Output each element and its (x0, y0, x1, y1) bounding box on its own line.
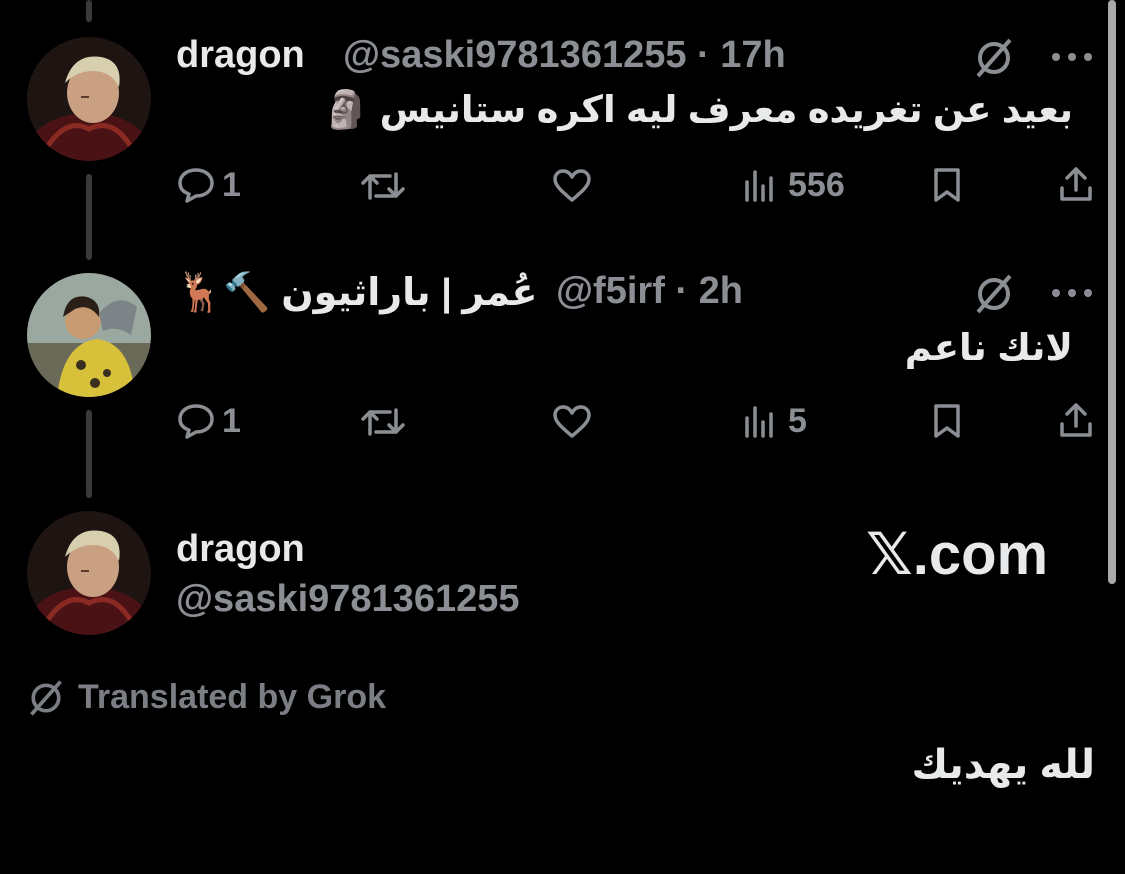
bookmark-icon[interactable] (932, 166, 962, 204)
x-com-watermark: 𝕏.com (866, 522, 1049, 587)
author-name[interactable]: dragon (176, 528, 305, 571)
reply-count: 1 (222, 402, 241, 440)
tweet-text: لله يهديك (911, 743, 1095, 787)
author-name[interactable]: 🦌🔨 عُمر | باراثيون (176, 270, 537, 315)
view-count: 556 (788, 166, 845, 204)
grok-icon (26, 678, 66, 718)
views-bar-chart-icon[interactable] (744, 404, 776, 438)
view-count: 5 (788, 402, 807, 440)
grok-icon[interactable] (972, 36, 1016, 80)
thread-view: dragon @saski9781361255 · 17h بعيد عن تغ… (0, 0, 1125, 874)
tweet-text: بعيد عن تغريده معرف ليه اكره ستانيس 🗿 (323, 89, 1073, 130)
avatar[interactable] (27, 37, 151, 161)
more-dots-icon[interactable] (1050, 286, 1094, 300)
author-handle[interactable]: @saski9781361255 (176, 578, 519, 621)
author-name[interactable]: dragon (176, 34, 305, 77)
reply-bubble-icon[interactable] (176, 166, 216, 204)
heart-icon[interactable] (552, 168, 592, 204)
share-icon[interactable] (1058, 164, 1094, 204)
retweet-icon[interactable] (360, 168, 406, 204)
thread-connector-top (86, 0, 92, 22)
avatar[interactable] (27, 273, 151, 397)
bookmark-icon[interactable] (932, 402, 962, 440)
more-dots-icon[interactable] (1050, 50, 1094, 64)
thread-connector-1 (86, 174, 92, 260)
reply-bubble-icon[interactable] (176, 402, 216, 440)
reply-count: 1 (222, 166, 241, 204)
scrollbar[interactable] (1108, 0, 1116, 584)
grok-icon[interactable] (972, 272, 1016, 316)
tweet-text: لانك ناعم (904, 327, 1073, 368)
handle-and-time[interactable]: @saski9781361255 · 17h (343, 34, 786, 77)
thread-connector-2 (86, 410, 92, 498)
avatar[interactable] (27, 511, 151, 635)
translated-by-label: Translated by Grok (78, 678, 386, 716)
retweet-icon[interactable] (360, 404, 406, 440)
heart-icon[interactable] (552, 404, 592, 440)
handle-and-time[interactable]: @f5irf · 2h (556, 270, 743, 313)
share-icon[interactable] (1058, 400, 1094, 440)
views-bar-chart-icon[interactable] (744, 168, 776, 202)
